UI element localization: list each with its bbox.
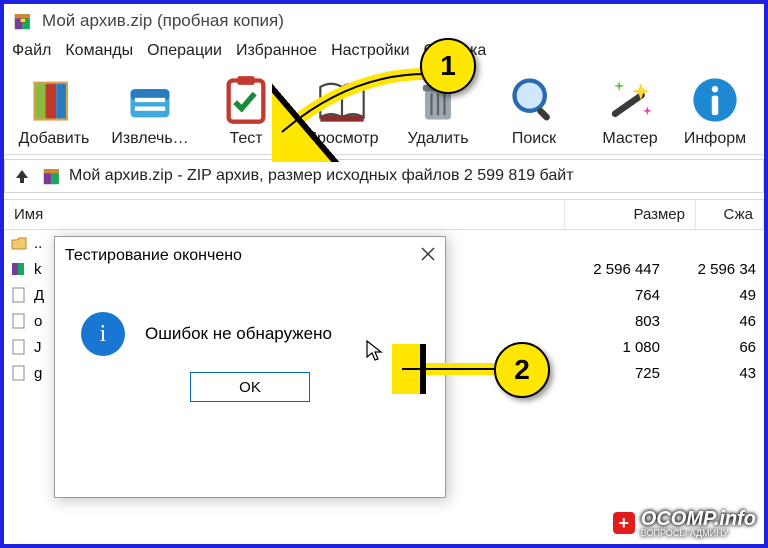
- file-size: 803: [550, 313, 668, 330]
- dialog-message: Ошибок не обнаружено: [145, 324, 332, 344]
- close-icon: [421, 247, 435, 261]
- test-result-dialog: Тестирование окончено i Ошибок не обнару…: [54, 236, 446, 498]
- drawer-icon: [124, 74, 176, 126]
- open-book-icon: [316, 74, 368, 126]
- toolbar-add[interactable]: Добавить: [8, 70, 100, 154]
- file-name: ..: [34, 235, 42, 252]
- file-size: 764: [550, 287, 668, 304]
- winrar-icon: [12, 10, 34, 32]
- menu-favorites[interactable]: Избранное: [236, 42, 317, 60]
- address-bar: Мой архив.zip - ZIP архив, размер исходн…: [4, 159, 764, 193]
- file-icon: [10, 338, 28, 356]
- toolbar-wizard-label: Мастер: [602, 130, 657, 148]
- watermark-tld: .info: [714, 508, 756, 530]
- menu-file[interactable]: Файл: [12, 42, 51, 60]
- file-packed: 2 596 34: [668, 261, 764, 278]
- wand-icon: [604, 74, 656, 126]
- toolbar: Добавить Извлечь… Тест: [4, 66, 764, 155]
- watermark: + OCOMP.info ВОПРОСЫ АДМИНУ: [613, 508, 756, 538]
- toolbar-test[interactable]: Тест: [200, 70, 292, 154]
- ok-button[interactable]: OK: [190, 372, 310, 402]
- toolbar-find[interactable]: Поиск: [488, 70, 580, 154]
- file-name: J: [34, 339, 42, 356]
- file-size: 725: [550, 365, 668, 382]
- file-packed: 43: [668, 365, 764, 382]
- watermark-brand: OCOMP: [641, 508, 714, 530]
- annotation-badge-2: 2: [494, 342, 550, 398]
- menu-settings[interactable]: Настройки: [331, 42, 409, 60]
- file-size: 2 596 447: [550, 261, 668, 278]
- up-arrow-icon: [14, 168, 30, 184]
- folder-up-icon: [10, 234, 28, 252]
- file-icon: [10, 312, 28, 330]
- plus-icon: +: [613, 512, 635, 534]
- file-icon: [10, 286, 28, 304]
- menu-operations[interactable]: Операции: [147, 42, 222, 60]
- toolbar-find-label: Поиск: [512, 130, 556, 148]
- toolbar-view-label: Просмотр: [305, 130, 378, 148]
- file-packed: 49: [668, 287, 764, 304]
- file-name: Д: [34, 287, 44, 304]
- file-icon: [10, 364, 28, 382]
- annotation-badge-1: 1: [420, 38, 476, 94]
- toolbar-info[interactable]: Информ: [680, 70, 750, 154]
- file-packed: 66: [668, 339, 764, 356]
- books-icon: [28, 74, 80, 126]
- file-name: k: [34, 261, 42, 278]
- address-path[interactable]: Мой архив.zip - ZIP архив, размер исходн…: [69, 167, 574, 185]
- toolbar-add-label: Добавить: [19, 130, 90, 148]
- toolbar-test-label: Тест: [229, 130, 262, 148]
- toolbar-info-label: Информ: [684, 130, 746, 148]
- file-name: o: [34, 313, 42, 330]
- mouse-cursor-icon: [364, 339, 388, 363]
- dialog-title: Тестирование окончено: [65, 247, 242, 265]
- archive-file-icon: [41, 165, 63, 187]
- menu-commands[interactable]: Команды: [65, 42, 133, 60]
- info-icon: i: [81, 312, 125, 356]
- file-name: g: [34, 365, 42, 382]
- up-button[interactable]: [9, 163, 35, 189]
- file-packed: 46: [668, 313, 764, 330]
- toolbar-wizard[interactable]: Мастер: [584, 70, 676, 154]
- column-size[interactable]: Размер: [565, 200, 696, 229]
- archive-file-icon: [10, 260, 28, 278]
- info-icon: [689, 74, 741, 126]
- column-packed[interactable]: Сжа: [696, 200, 764, 229]
- toolbar-view[interactable]: Просмотр: [296, 70, 388, 154]
- title-bar: Мой архив.zip (пробная копия): [4, 4, 764, 38]
- toolbar-extract[interactable]: Извлечь…: [104, 70, 196, 154]
- dialog-close-button[interactable]: [421, 245, 435, 266]
- column-name[interactable]: Имя: [4, 200, 565, 229]
- toolbar-delete-label: Удалить: [407, 130, 468, 148]
- file-size: 1 080: [550, 339, 668, 356]
- search-icon: [508, 74, 560, 126]
- toolbar-extract-label: Извлечь…: [111, 130, 188, 148]
- menu-bar: Файл Команды Операции Избранное Настройк…: [4, 38, 764, 66]
- file-list-header: Имя Размер Сжа: [4, 199, 764, 230]
- window-title: Мой архив.zip (пробная копия): [42, 11, 284, 31]
- checklist-icon: [220, 74, 272, 126]
